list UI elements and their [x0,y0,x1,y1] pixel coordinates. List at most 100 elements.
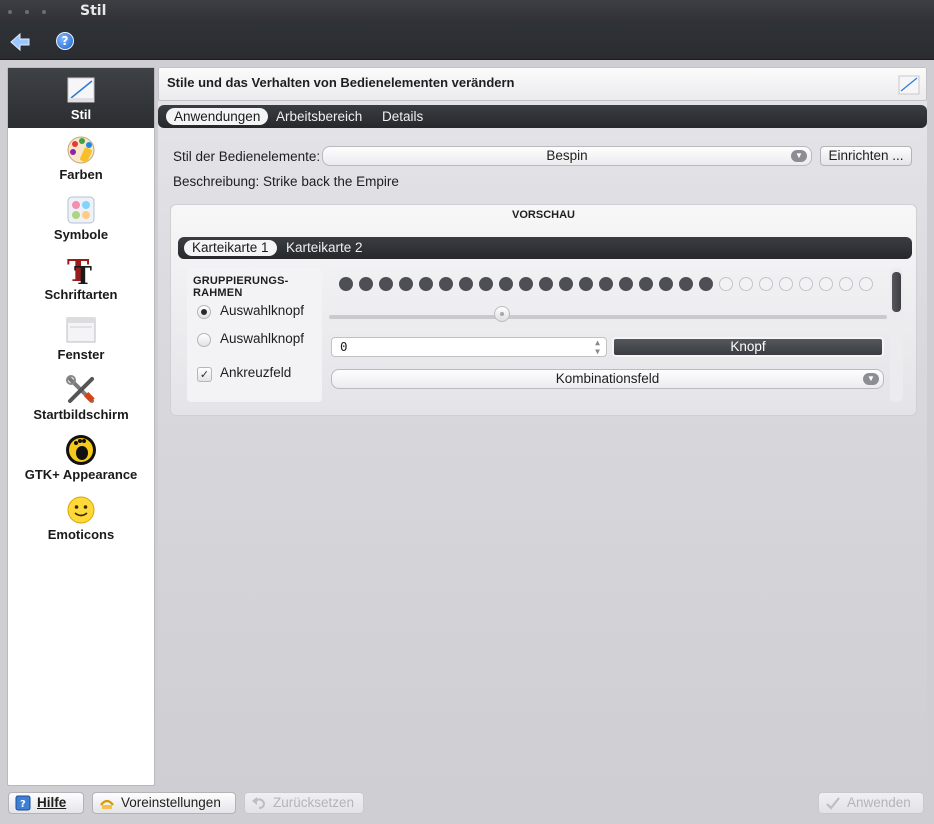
fonts-icon: T T [65,254,97,286]
spin-arrows-icon[interactable]: ▲ ▼ [595,338,600,356]
help-icon: ? [56,32,74,50]
preview-panel: VORSCHAU Karteikarte 1 Karteikarte 2 GRU… [170,204,917,416]
tab-details[interactable]: Details [374,108,431,125]
sidebar-item-label: Farben [59,167,103,182]
progress-dot-filled [679,277,693,291]
progress-dot-empty [719,277,733,291]
progress-dot-filled [699,277,713,291]
sidebar-item-label: Stil [70,107,92,122]
reset-button-label: Zurücksetzen [273,795,355,810]
sidebar-item-stil[interactable]: Stil [8,68,154,128]
tab-arbeitsbereich[interactable]: Arbeitsbereich [268,108,370,125]
progress-dot-filled [379,277,393,291]
apply-button[interactable]: Anwenden [818,792,924,814]
defaults-button-label: Voreinstellungen [121,795,221,810]
configure-button[interactable]: Einrichten ... [820,146,912,166]
preview-tab-1[interactable]: Karteikarte 1 [184,240,277,256]
reset-button[interactable]: Zurücksetzen [244,792,364,814]
progress-dot-filled [399,277,413,291]
radio-label-2: Auswahlknopf [220,331,305,346]
svg-text:T: T [74,261,92,286]
progress-dot-filled [659,277,673,291]
sidebar-item-label: Schriftarten [44,287,118,302]
sidebar-item-startbildschirm[interactable]: Startbildschirm [8,368,154,428]
widget-style-select[interactable]: Bespin ▼ [322,146,812,166]
sidebar-item-gtk-appearance[interactable]: GTK+ Appearance [8,428,154,488]
spin-box[interactable]: 0 ▲ ▼ [331,337,607,357]
preview-scrollbar[interactable] [890,268,903,402]
preview-tab-bar: Karteikarte 1 Karteikarte 2 [178,237,912,259]
sidebar-item-label: Emoticons [47,527,115,542]
style-icon [898,75,920,95]
progress-dot-filled [439,277,453,291]
tools-icon [65,374,97,406]
maximize-dot[interactable] [42,10,46,14]
help-book-icon: ? [15,795,31,811]
help-button-label: Hilfe [37,795,67,810]
progress-dot-filled [339,277,353,291]
progress-dot-filled [419,277,433,291]
undo-icon [251,795,267,811]
sidebar-item-emoticons[interactable]: Emoticons [8,488,154,548]
radio-button-2[interactable] [197,333,211,347]
scrollbar-thumb[interactable] [892,272,901,312]
progress-dot-filled [639,277,653,291]
progress-dot-filled [599,277,613,291]
radio-button-1[interactable] [197,305,211,319]
window-titlebar: Stil [0,0,934,24]
defaults-icon [99,795,115,811]
sidebar-item-label: Symbole [53,227,109,242]
preview-combo-box[interactable]: Kombinationsfeld ▼ [331,369,884,389]
widget-style-value: Bespin [546,148,588,163]
slider-handle[interactable] [493,306,510,322]
close-dot[interactable] [8,10,12,14]
minimize-dot[interactable] [25,10,29,14]
main-panel: Stile und das Verhalten von Bedienelemen… [158,67,927,786]
tab-bar: Anwendungen Arbeitsbereich Details [158,105,927,128]
sidebar-item-farben[interactable]: Farben [8,128,154,188]
sidebar: Stil Farben Symbole T T Schriftarten Fen… [7,67,155,786]
button-bar: ? Hilfe Voreinstellungen Zurücksetzen An… [0,789,934,824]
progress-dot-filled [619,277,633,291]
progress-dot-empty [839,277,853,291]
help-button-footer[interactable]: ? Hilfe [8,792,84,814]
progress-dot-empty [739,277,753,291]
svg-text:?: ? [20,799,26,810]
sidebar-item-schriftarten[interactable]: T T Schriftarten [8,248,154,308]
progress-dot-filled [579,277,593,291]
chevron-down-icon: ▼ [791,150,807,162]
page-title: Stile und das Verhalten von Bedienelemen… [167,75,515,90]
spin-box-value: 0 [340,339,348,354]
tab-anwendungen[interactable]: Anwendungen [166,108,269,125]
toolbar: ? [0,24,934,60]
radio-label-1: Auswahlknopf [220,303,305,318]
progress-dot-empty [799,277,813,291]
progress-dot-filled [459,277,473,291]
help-button[interactable]: ? [56,32,78,52]
checkbox-label: Ankreuzfeld [220,365,292,380]
gtk-gnome-icon [65,434,97,466]
sidebar-item-fenster[interactable]: Fenster [8,308,154,368]
sidebar-item-label: Fenster [57,347,105,362]
progress-dot-filled [539,277,553,291]
checkbox[interactable]: ✓ [197,367,212,382]
window-controls[interactable] [8,10,46,14]
progress-dot-empty [859,277,873,291]
group-box: GRUPPIERUNGS-RAHMEN Auswahlknopf Auswahl… [187,268,322,402]
preview-push-button[interactable]: Knopf [612,337,884,357]
progress-dot-filled [519,277,533,291]
back-arrow-icon [10,32,30,52]
progress-dot-empty [779,277,793,291]
back-button[interactable] [9,32,31,52]
sidebar-item-symbole[interactable]: Symbole [8,188,154,248]
slider-track[interactable] [329,315,887,319]
group-box-title: GRUPPIERUNGS-RAHMEN [193,275,289,299]
style-description: Beschreibung: Strike back the Empire [173,174,399,189]
sidebar-item-label: GTK+ Appearance [24,467,138,482]
sidebar-item-label: Startbildschirm [33,407,129,422]
defaults-button[interactable]: Voreinstellungen [92,792,236,814]
preview-tab-2[interactable]: Karteikarte 2 [278,240,371,256]
style-icon [65,74,97,106]
checkmark-icon [825,795,841,811]
preview-title: VORSCHAU [512,209,575,221]
